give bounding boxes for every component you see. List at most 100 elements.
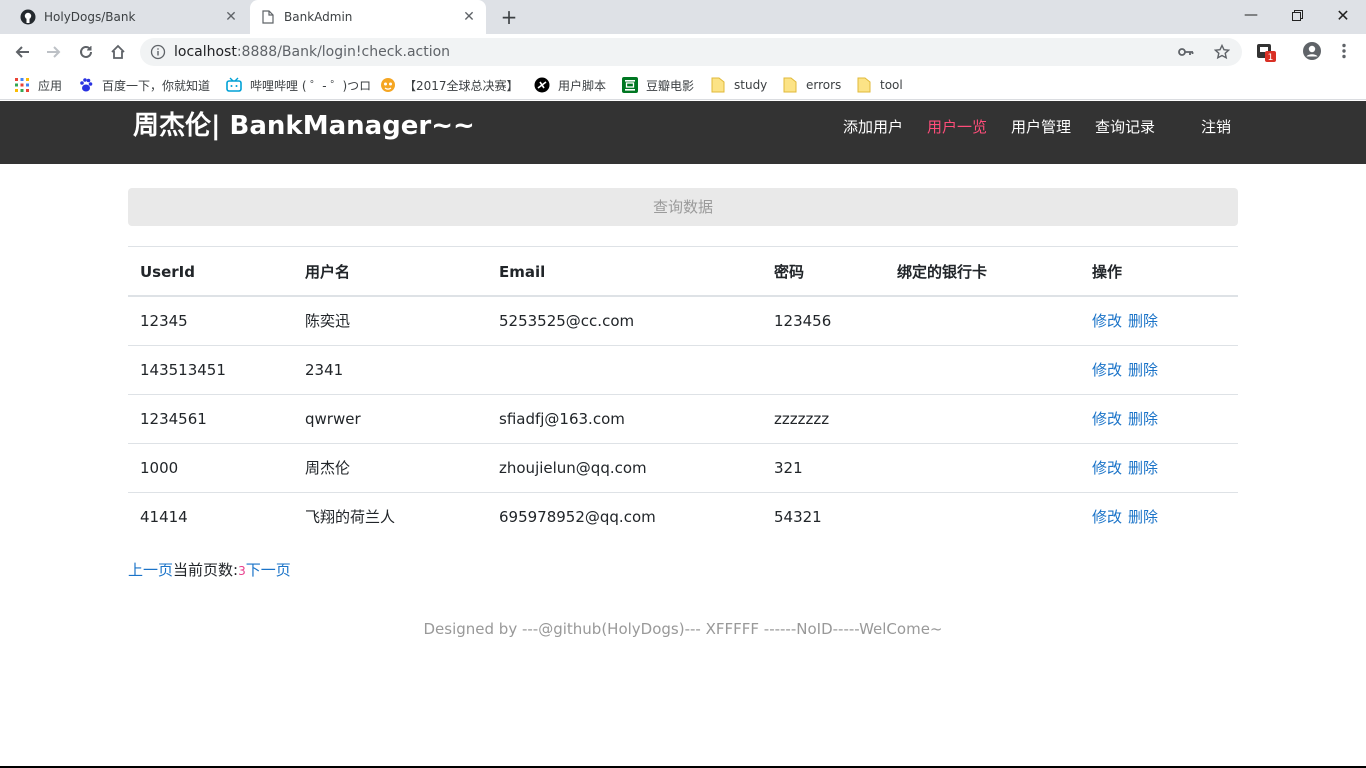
user-password: 321 [774, 459, 803, 477]
page-label: 当前页数: [173, 561, 239, 579]
bookmark-userscripts[interactable]: 用户脚本 [534, 76, 606, 94]
star-icon[interactable] [1214, 44, 1230, 60]
edit-link[interactable]: 修改 [1092, 361, 1122, 379]
user-name: qwrwer [305, 410, 361, 428]
edit-link[interactable]: 修改 [1092, 410, 1122, 428]
user-id: 143513451 [140, 361, 226, 379]
menu-icon[interactable] [1334, 41, 1356, 63]
tab-title: HolyDogs/Bank [44, 10, 136, 24]
table-row: 1000 周杰伦 zhoujielun@qq.com 321 修改 删除 [128, 444, 1238, 493]
next-page-link[interactable]: 下一页 [246, 561, 291, 579]
user-name: 陈奕迅 [305, 312, 351, 330]
douban-icon [622, 77, 638, 93]
bookmark-folder-tool[interactable]: tool [856, 76, 903, 94]
user-email: 695978952@qq.com [499, 508, 656, 526]
query-data-button[interactable]: 查询数据 [128, 188, 1238, 226]
nav-add-user[interactable]: 添加用户 [843, 116, 903, 137]
browser-tab-bankadmin[interactable]: BankAdmin ✕ [250, 0, 486, 34]
delete-link[interactable]: 删除 [1128, 312, 1158, 330]
bookmark-douban[interactable]: 豆瓣电影 [622, 76, 694, 94]
table-header: UserId 用户名 Email 密码 绑定的银行卡 操作 [128, 247, 1238, 297]
home-icon[interactable] [106, 40, 130, 64]
user-id: 41414 [140, 508, 188, 526]
game-icon [380, 77, 396, 93]
user-id: 1234561 [140, 410, 207, 428]
extension-icon[interactable]: 1 [1256, 42, 1278, 64]
table-row: 12345 陈奕迅 5253525@cc.com 123456 修改 删除 [128, 297, 1238, 346]
bilibili-tv-icon [226, 77, 242, 93]
close-icon[interactable]: ✕ [222, 8, 240, 26]
current-page-number: 3 [238, 564, 246, 578]
bookmark-folder-study[interactable]: study [710, 76, 767, 94]
row-actions: 修改 删除 [1092, 395, 1164, 444]
delete-link[interactable]: 删除 [1128, 459, 1158, 477]
user-email: 5253525@cc.com [499, 312, 635, 330]
key-icon[interactable] [1178, 44, 1194, 60]
browser-toolbar: localhost:8888/Bank/login!check.action 1 [0, 34, 1366, 70]
edit-link[interactable]: 修改 [1092, 508, 1122, 526]
bookmarks-bar: 应用 百度一下，你就知道 哔哩哔哩 ( ゜- ゜)つロ 【2017全球总决赛】 … [0, 70, 1366, 100]
table-row: 41414 飞翔的荷兰人 695978952@qq.com 54321 修改 删除 [128, 493, 1238, 542]
user-password: zzzzzzz [774, 410, 830, 428]
bookmark-apps[interactable]: 应用 [14, 76, 62, 94]
user-name: 周杰伦 [305, 459, 351, 477]
close-icon[interactable]: ✕ [460, 8, 478, 26]
pagination: 上一页当前页数:3下一页 [128, 559, 291, 580]
new-tab-button[interactable]: + [498, 7, 520, 29]
edit-link[interactable]: 修改 [1092, 459, 1122, 477]
url-text: localhost:8888/Bank/login!check.action [174, 44, 451, 60]
user-password: 54321 [774, 508, 822, 526]
edit-link[interactable]: 修改 [1092, 312, 1122, 330]
info-icon[interactable] [150, 44, 166, 60]
row-actions: 修改 删除 [1092, 444, 1164, 493]
back-icon[interactable] [10, 40, 34, 64]
site-brand[interactable]: 周杰伦| BankManager~~ [133, 105, 475, 142]
browser-tab-holydogs[interactable]: HolyDogs/Bank ✕ [8, 0, 248, 34]
reload-icon[interactable] [74, 40, 98, 64]
forward-icon[interactable] [42, 40, 66, 64]
nav-user-manage[interactable]: 用户管理 [1011, 116, 1071, 137]
bookmark-bilibili[interactable]: 哔哩哔哩 ( ゜- ゜)つロ [226, 76, 371, 94]
window-close-icon[interactable]: ✕ [1320, 0, 1366, 30]
userscript-icon [534, 77, 550, 93]
column-header: 密码 [774, 263, 805, 281]
extension-badge: 1 [1268, 53, 1274, 63]
address-bar[interactable]: localhost:8888/Bank/login!check.action [140, 38, 1242, 66]
row-actions: 修改 删除 [1092, 493, 1164, 542]
folder-icon [856, 77, 872, 93]
user-password: 123456 [774, 312, 832, 330]
delete-link[interactable]: 删除 [1128, 508, 1158, 526]
column-header: 用户名 [305, 263, 351, 281]
browser-tabstrip: HolyDogs/Bank ✕ BankAdmin ✕ + — ✕ [0, 0, 1366, 34]
github-icon [20, 9, 36, 25]
user-name: 飞翔的荷兰人 [305, 508, 396, 526]
column-header: Email [499, 263, 546, 281]
tab-title: BankAdmin [284, 10, 353, 24]
nav-query-records[interactable]: 查询记录 [1095, 116, 1155, 137]
bookmark-worlds[interactable]: 【2017全球总决赛】 [380, 76, 519, 94]
column-header: UserId [140, 263, 195, 281]
user-name: 2341 [305, 361, 344, 379]
column-header: 操作 [1092, 263, 1123, 281]
row-actions: 修改 删除 [1092, 297, 1164, 346]
minimize-icon[interactable]: — [1228, 0, 1274, 30]
user-email: sfiadfj@163.com [499, 410, 625, 428]
site-navbar: 周杰伦| BankManager~~ 添加用户 用户一览 用户管理 查询记录 注… [0, 101, 1366, 164]
user-id: 1000 [140, 459, 179, 477]
nav-user-list[interactable]: 用户一览 [927, 116, 987, 137]
apps-grid-icon [14, 77, 30, 93]
prev-page-link[interactable]: 上一页 [128, 561, 173, 579]
table-row: 143513451 2341 修改 删除 [128, 346, 1238, 395]
restore-icon[interactable] [1274, 0, 1320, 30]
row-actions: 修改 删除 [1092, 346, 1164, 395]
delete-link[interactable]: 删除 [1128, 361, 1158, 379]
delete-link[interactable]: 删除 [1128, 410, 1158, 428]
profile-icon[interactable] [1302, 41, 1324, 63]
nav-logout[interactable]: 注销 [1201, 116, 1231, 137]
page-footer: Designed by ---@github(HolyDogs)--- XFFF… [423, 620, 943, 638]
table-row: 1234561 qwrwer sfiadfj@163.com zzzzzzz 修… [128, 395, 1238, 444]
bookmark-baidu[interactable]: 百度一下，你就知道 [78, 76, 210, 94]
users-table: UserId 用户名 Email 密码 绑定的银行卡 操作 12345 陈奕迅 … [128, 246, 1238, 542]
bookmark-folder-errors[interactable]: errors [782, 76, 841, 94]
user-id: 12345 [140, 312, 188, 330]
